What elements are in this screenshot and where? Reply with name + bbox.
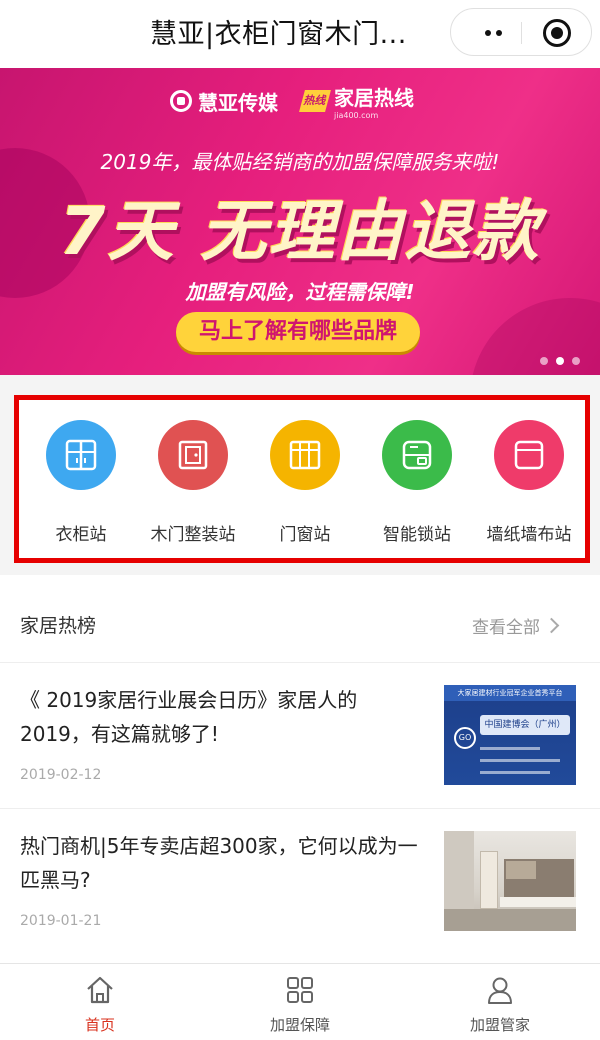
user-icon [488, 977, 512, 1004]
thumb-counter [500, 897, 576, 907]
brand-hotline-sub: jia400.com [334, 111, 379, 120]
article-date: 2019-01-21 [20, 913, 102, 929]
door-icon [158, 420, 228, 490]
promo-banner[interactable]: 慧亚传媒 热线 家居热线 jia400.com 2019年，最体贴经销商的加盟保… [0, 68, 600, 375]
thumb-cabinet-glass [506, 861, 536, 879]
category-label: 衣柜站 [55, 525, 107, 545]
category-wood-door[interactable]: 木门整装站 [138, 420, 248, 550]
thumb-floor [444, 909, 576, 931]
brand-huiya: 慧亚传媒 [170, 87, 278, 116]
category-label: 门窗站 [279, 525, 331, 545]
view-all-link[interactable]: 查看全部 [472, 613, 560, 638]
brand-hotline-label: 家居热线 [334, 86, 414, 110]
carousel-dot[interactable] [572, 357, 580, 365]
page-title: 慧亚|衣柜门窗木门... [150, 19, 407, 50]
thumbnail-line [480, 759, 560, 762]
view-all-label: 查看全部 [472, 618, 540, 638]
tab-label: 加盟保障 [269, 1016, 330, 1034]
wardrobe-icon [46, 420, 116, 490]
grid-icon [287, 977, 313, 1003]
target-circle-icon[interactable] [543, 19, 571, 47]
article-title: 热门商机|5年专卖店超300家，它何以成为一匹黑马? [20, 834, 418, 892]
brand-huiya-label: 慧亚传媒 [198, 90, 278, 115]
expo-label: 中国建博会（广州） [480, 715, 570, 735]
brand-hotline-text: 家居热线 jia400.com [334, 82, 414, 120]
capsule-divider [521, 22, 522, 44]
category-wallpaper[interactable]: 墙纸墙布站 [474, 420, 584, 550]
banner-brands: 慧亚传媒 热线 家居热线 jia400.com [170, 82, 414, 120]
article-title: 《 2019家居行业展会日历》家居人的2019，有这篇就够了! [20, 688, 358, 746]
huiya-logo-icon [170, 90, 192, 112]
tab-label: 加盟管家 [469, 1016, 530, 1034]
category-label: 木门整装站 [150, 525, 236, 545]
article-item[interactable]: 《 2019家居行业展会日历》家居人的2019，有这篇就够了! 2019-02-… [0, 663, 600, 809]
hotline-logo-icon: 热线 [299, 90, 331, 112]
hot-list-header: 家居热榜 查看全部 [0, 585, 600, 663]
category-section: 衣柜站 木门整装站 门窗站 智能锁站 墙纸墙布站 [0, 375, 600, 575]
hot-list-section: 家居热榜 查看全部 《 2019家居行业展会日历》家居人的2019，有这篇就够了… [0, 585, 600, 965]
home-icon [87, 976, 113, 1004]
hot-list-title: 家居热榜 [20, 615, 97, 637]
smart-lock-icon [382, 420, 452, 490]
wallpaper-icon [494, 420, 564, 490]
category-wardrobe[interactable]: 衣柜站 [26, 420, 136, 550]
article-item[interactable]: 热门商机|5年专卖店超300家，它何以成为一匹黑马? 2019-01-21 [0, 809, 600, 955]
article-date: 2019-02-12 [20, 767, 102, 783]
banner-cta-button[interactable]: 马上了解有哪些品牌 [176, 312, 420, 352]
thumbnail-line [480, 771, 550, 774]
window-icon [270, 420, 340, 490]
thumbnail-line [480, 747, 540, 750]
category-label: 墙纸墙布站 [486, 525, 572, 545]
chevron-right-icon [543, 617, 560, 634]
category-window[interactable]: 门窗站 [250, 420, 360, 550]
article-thumbnail: 大家居建材行业冠军企业首秀平台 GO 中国建博会（广州） [444, 685, 576, 785]
banner-headline: 2019年，最体贴经销商的加盟保障服务来啦! [100, 150, 500, 174]
bottom-tab-bar: 首页 加盟保障 加盟管家 [0, 963, 600, 1040]
carousel-dots [540, 357, 580, 365]
banner-big-text: 7天 无理由退款 [59, 193, 541, 270]
more-dots-icon[interactable] [473, 19, 513, 138]
thumb-door [480, 851, 498, 909]
title-bar: 慧亚|衣柜门窗木门... [0, 0, 600, 138]
banner-decoration [470, 298, 600, 375]
banner-subline: 加盟有风险，过程需保障! [185, 280, 415, 304]
tab-label: 首页 [84, 1016, 115, 1034]
mini-program-capsule [450, 8, 592, 138]
expo-logo-icon: GO [454, 727, 476, 749]
thumbnail-banner-text: 大家居建材行业冠军企业首秀平台 [444, 685, 576, 701]
category-smart-lock[interactable]: 智能锁站 [362, 420, 472, 550]
category-grid: 衣柜站 木门整装站 门窗站 智能锁站 墙纸墙布站 [14, 395, 590, 563]
article-thumbnail-kitchen [444, 831, 576, 931]
carousel-dot-active[interactable] [556, 357, 564, 365]
category-label: 智能锁站 [383, 525, 451, 545]
brand-jiajuredxian: 热线 家居热线 jia400.com [299, 82, 414, 120]
carousel-dot[interactable] [540, 357, 548, 365]
